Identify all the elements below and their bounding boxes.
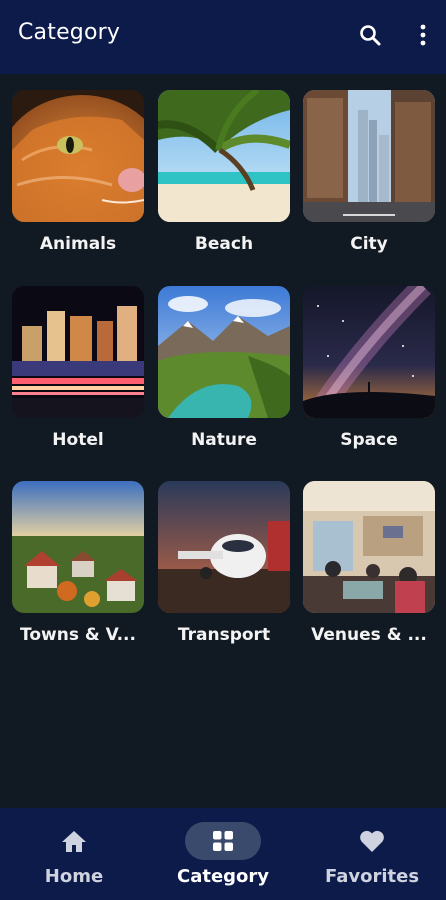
home-icon (62, 831, 86, 852)
nav-label-home: Home (44, 866, 104, 887)
category-image-transport (158, 481, 290, 613)
category-label: Animals (39, 234, 117, 254)
page-title: Category (18, 20, 121, 45)
category-label: Beach (194, 234, 254, 254)
category-image-nature (158, 286, 290, 418)
category-image-towns (12, 481, 144, 613)
category-tile-beach[interactable]: Beach (158, 90, 290, 254)
category-tile-space[interactable]: Space (303, 286, 435, 450)
category-label: Hotel (52, 430, 104, 450)
category-tile-transport[interactable]: Transport (158, 481, 290, 645)
bottom-nav: Home Category Favorites (0, 808, 446, 900)
category-label: Nature (191, 430, 257, 450)
category-image-beach (158, 90, 290, 222)
category-tile-city[interactable]: City (303, 90, 435, 254)
category-tile-hotel[interactable]: Hotel (12, 286, 144, 450)
nav-pill (334, 822, 410, 860)
category-tile-towns[interactable]: Towns & V... (12, 481, 144, 645)
category-tile-nature[interactable]: Nature (158, 286, 290, 450)
more-vert-icon[interactable] (408, 20, 438, 50)
nav-item-home[interactable]: Home (0, 808, 148, 900)
grid-icon (213, 831, 233, 851)
category-image-space (303, 286, 435, 418)
category-image-city (303, 90, 435, 222)
nav-label-favorites: Favorites (324, 866, 420, 887)
category-label: City (350, 234, 388, 254)
nav-item-favorites[interactable]: Favorites (298, 808, 446, 900)
app-bar: Category (0, 0, 446, 74)
nav-label-category: Category (176, 866, 270, 887)
category-label: Transport (177, 625, 271, 645)
category-label: Space (340, 430, 398, 450)
nav-pill-active (185, 822, 261, 860)
category-image-venues (303, 481, 435, 613)
heart-icon (360, 830, 384, 852)
search-icon[interactable] (355, 20, 385, 50)
category-image-hotel (12, 286, 144, 418)
category-label: Towns & V... (20, 625, 136, 645)
category-tile-venues[interactable]: Venues & ... (303, 481, 435, 645)
category-tile-animals[interactable]: Animals (12, 90, 144, 254)
category-label: Venues & ... (311, 625, 427, 645)
nav-item-category[interactable]: Category (149, 808, 297, 900)
nav-pill (36, 822, 112, 860)
category-image-animals (12, 90, 144, 222)
